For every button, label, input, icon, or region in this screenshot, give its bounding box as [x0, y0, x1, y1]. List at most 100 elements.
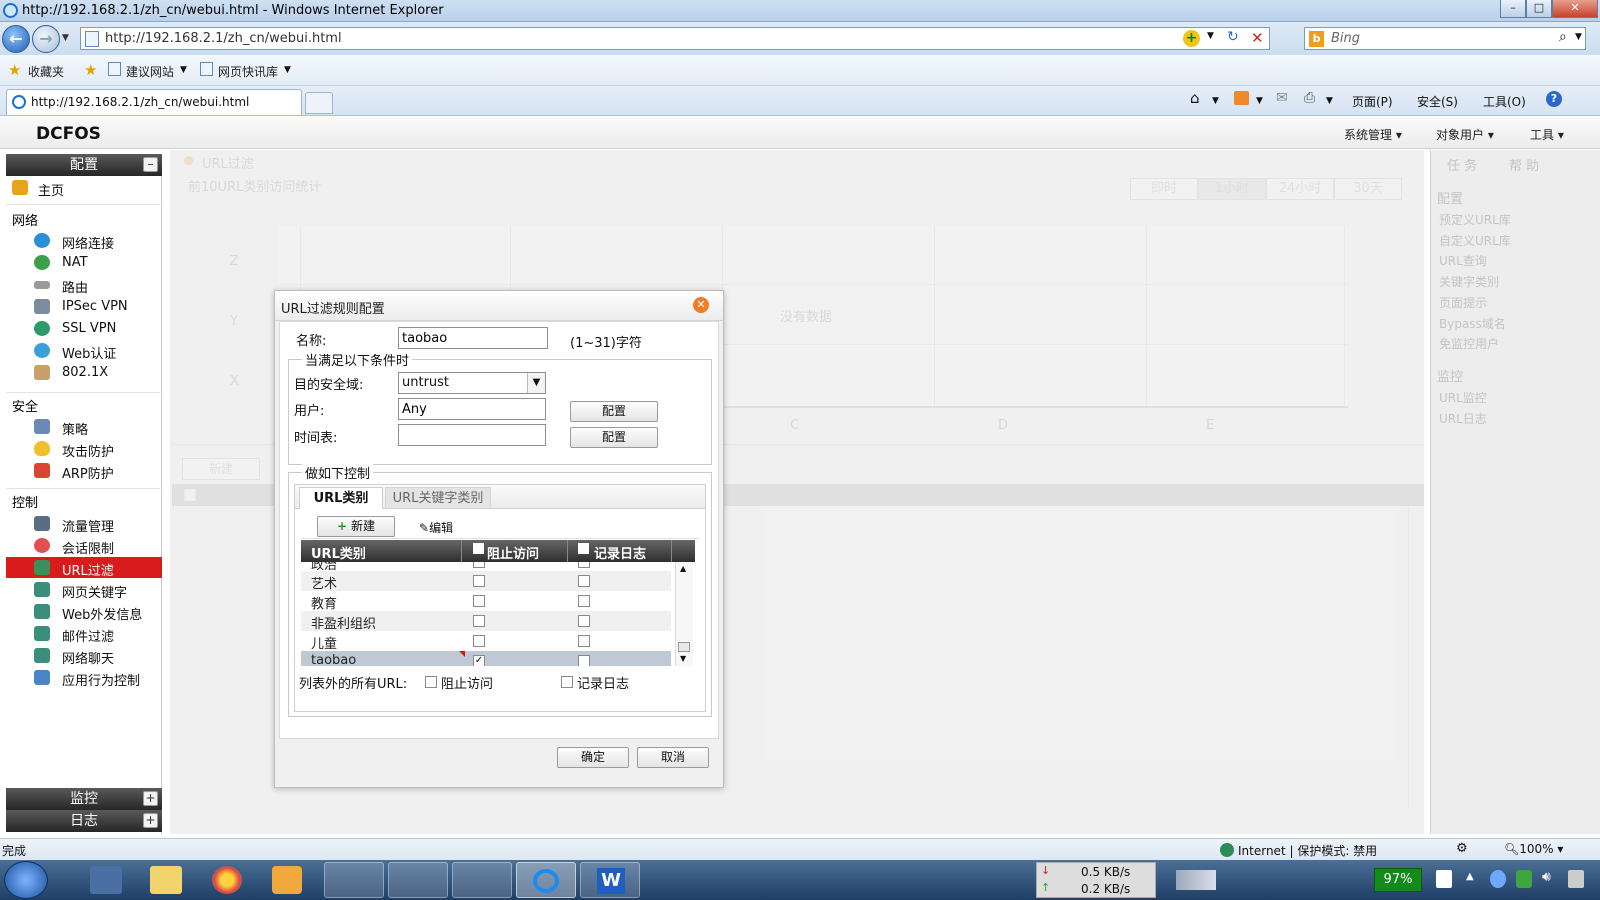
zone-select[interactable]: untrust ▼	[398, 372, 546, 394]
tools-menu[interactable]: 工具(O)	[1483, 93, 1526, 110]
battery-indicator[interactable]: 97%	[1374, 868, 1422, 892]
chevron-down-icon[interactable]: ▼	[1256, 96, 1263, 106]
safety-menu[interactable]: 安全(S)	[1417, 93, 1458, 110]
zoom-control[interactable]: 🔍︎100% ▾	[1504, 842, 1563, 856]
log-all-checkbox[interactable]	[578, 543, 589, 554]
log-checkbox[interactable]	[578, 575, 590, 587]
log-checkbox[interactable]	[578, 562, 590, 568]
back-button[interactable]: ←	[2, 25, 30, 53]
address-url[interactable]: http://192.168.2.1/zh_cn/webui.html	[105, 31, 342, 46]
col-url-category[interactable]: URL类别	[311, 543, 366, 562]
block-checkbox[interactable]	[473, 575, 485, 587]
link-custom-url-db[interactable]: 自定义URL库	[1439, 231, 1589, 252]
block-checkbox[interactable]	[473, 635, 485, 647]
signal-icon[interactable]	[1176, 870, 1216, 890]
sidebar-item-im-chat[interactable]: 网络聊天	[6, 645, 162, 667]
home-icon[interactable]: ⌂	[1190, 89, 1200, 107]
sidebar-item-url-filter[interactable]: URL过滤	[6, 557, 162, 579]
sidebar-item-8021x[interactable]: 802.1X	[6, 362, 162, 383]
sidebar-item-traffic-management[interactable]: 流量管理	[6, 513, 162, 535]
chevron-down-icon[interactable]: ▼	[284, 65, 291, 75]
print-icon[interactable]: ⎙	[1304, 90, 1315, 106]
table-row[interactable]: 教育	[301, 591, 671, 612]
user-input[interactable]	[398, 398, 546, 420]
address-dropdown-icon[interactable]: ▼	[1207, 31, 1214, 41]
log-checkbox[interactable]	[578, 655, 590, 666]
block-checkbox[interactable]	[473, 615, 485, 627]
tab-url-keyword-category[interactable]: URL关键字类别	[385, 487, 491, 509]
table-row[interactable]: 艺术	[301, 571, 671, 592]
app-icon[interactable]	[272, 866, 302, 894]
taskbar-app[interactable]	[388, 862, 448, 898]
suggested-sites-link[interactable]: 建议网站	[126, 63, 174, 80]
sidebar-item-web-outbound[interactable]: Web外发信息	[6, 601, 162, 623]
cancel-button[interactable]: 取消	[637, 747, 709, 768]
other-log-checkbox[interactable]	[561, 676, 573, 688]
favorites-button[interactable]: 收藏夹	[28, 63, 64, 80]
add-favorite-icon[interactable]: ★	[84, 61, 97, 79]
monitor-header[interactable]: 监控 +	[6, 788, 162, 810]
sidebar-item-ssl-vpn[interactable]: SSL VPN	[6, 318, 162, 339]
help-icon[interactable]: ?	[1546, 91, 1562, 107]
chevron-down-icon[interactable]: ▼	[1212, 96, 1219, 106]
web-slice-gallery-link[interactable]: 网页快讯库	[218, 63, 278, 80]
compat-view-icon[interactable]: +	[1183, 30, 1200, 47]
expand-icon[interactable]: +	[143, 791, 158, 806]
page-menu[interactable]: 页面(P)	[1352, 93, 1393, 110]
volume-icon[interactable]: 🔊︎	[1542, 869, 1551, 885]
address-field[interactable]: http://192.168.2.1/zh_cn/webui.html + ▼ …	[80, 27, 1270, 50]
close-icon[interactable]: ✕	[693, 297, 709, 313]
chevron-down-icon[interactable]: ▼	[180, 65, 187, 75]
chrome-icon[interactable]	[212, 866, 242, 894]
sidebar-item-session-limit[interactable]: 会话限制	[6, 535, 162, 557]
menu-system-management[interactable]: 系统管理 ▾	[1344, 126, 1402, 143]
expand-icon[interactable]: +	[143, 813, 158, 828]
tab-tasks[interactable]: 任 务	[1447, 155, 1477, 174]
block-all-checkbox[interactable]	[473, 543, 484, 554]
sidebar-item-nat[interactable]: NAT	[6, 252, 162, 273]
search-field[interactable]: b Bing ⌕ ▼	[1304, 27, 1586, 50]
grid-new-button[interactable]: + 新建	[317, 516, 395, 537]
zone-status[interactable]: Internet | 保护模式: 禁用	[1238, 842, 1377, 859]
link-url-query[interactable]: URL查询	[1439, 251, 1589, 272]
config-header[interactable]: 配置 –	[6, 154, 162, 176]
col-block[interactable]: 阻止访问	[487, 543, 539, 562]
grid-edit-button[interactable]: ✎编辑	[419, 519, 453, 536]
collapse-icon[interactable]: –	[143, 157, 158, 172]
log-checkbox[interactable]	[578, 635, 590, 647]
protected-mode-icon[interactable]: ⚙	[1456, 841, 1468, 856]
recent-pages-icon[interactable]: ▼	[62, 33, 69, 43]
link-bypass-domain[interactable]: Bypass域名	[1439, 314, 1589, 335]
link-url-log[interactable]: URL日志	[1439, 409, 1487, 430]
taskbar-word[interactable]: W	[580, 862, 640, 898]
scroll-thumb[interactable]	[678, 642, 690, 652]
tab-help[interactable]: 帮 助	[1509, 155, 1539, 174]
maximize-button[interactable]: □	[1526, 0, 1552, 18]
start-button[interactable]	[4, 861, 48, 899]
scroll-down-icon[interactable]: ▼	[680, 654, 686, 663]
new-tab-button[interactable]	[305, 92, 333, 114]
link-keyword-category[interactable]: 关键字类别	[1439, 272, 1589, 293]
taskbar-explorer[interactable]	[324, 862, 384, 898]
link-exempt-user[interactable]: 免监控用户	[1439, 334, 1589, 355]
sidebar-item-web-keyword[interactable]: 网页关键字	[6, 579, 162, 601]
sidebar-item-route[interactable]: 路由	[6, 274, 162, 296]
menu-object-user[interactable]: 对象用户 ▾	[1436, 126, 1494, 143]
sidebar-item-home[interactable]: 主页	[6, 177, 162, 199]
scroll-up-icon[interactable]: ▲	[680, 564, 686, 573]
table-row-selected[interactable]: taobao ✓	[301, 651, 671, 666]
sidebar-item-attack-defense[interactable]: 攻击防护	[6, 438, 162, 460]
chevron-down-icon[interactable]: ▼	[1326, 96, 1333, 106]
refresh-icon[interactable]: ↻	[1227, 29, 1239, 45]
mail-icon[interactable]: ✉	[1276, 90, 1288, 106]
sidebar-item-ipsec-vpn[interactable]: IPSec VPN	[6, 296, 162, 317]
security-icon[interactable]	[1516, 870, 1532, 888]
tab-url-category[interactable]: URL类别	[299, 487, 383, 509]
user-config-button[interactable]: 配置	[570, 401, 658, 422]
minimize-button[interactable]: –	[1500, 0, 1526, 18]
log-checkbox[interactable]	[578, 595, 590, 607]
log-checkbox[interactable]	[578, 615, 590, 627]
close-button[interactable]: ✕	[1552, 0, 1598, 18]
sidebar-item-mail-filter[interactable]: 邮件过滤	[6, 623, 162, 645]
forward-button[interactable]: →	[32, 25, 60, 53]
